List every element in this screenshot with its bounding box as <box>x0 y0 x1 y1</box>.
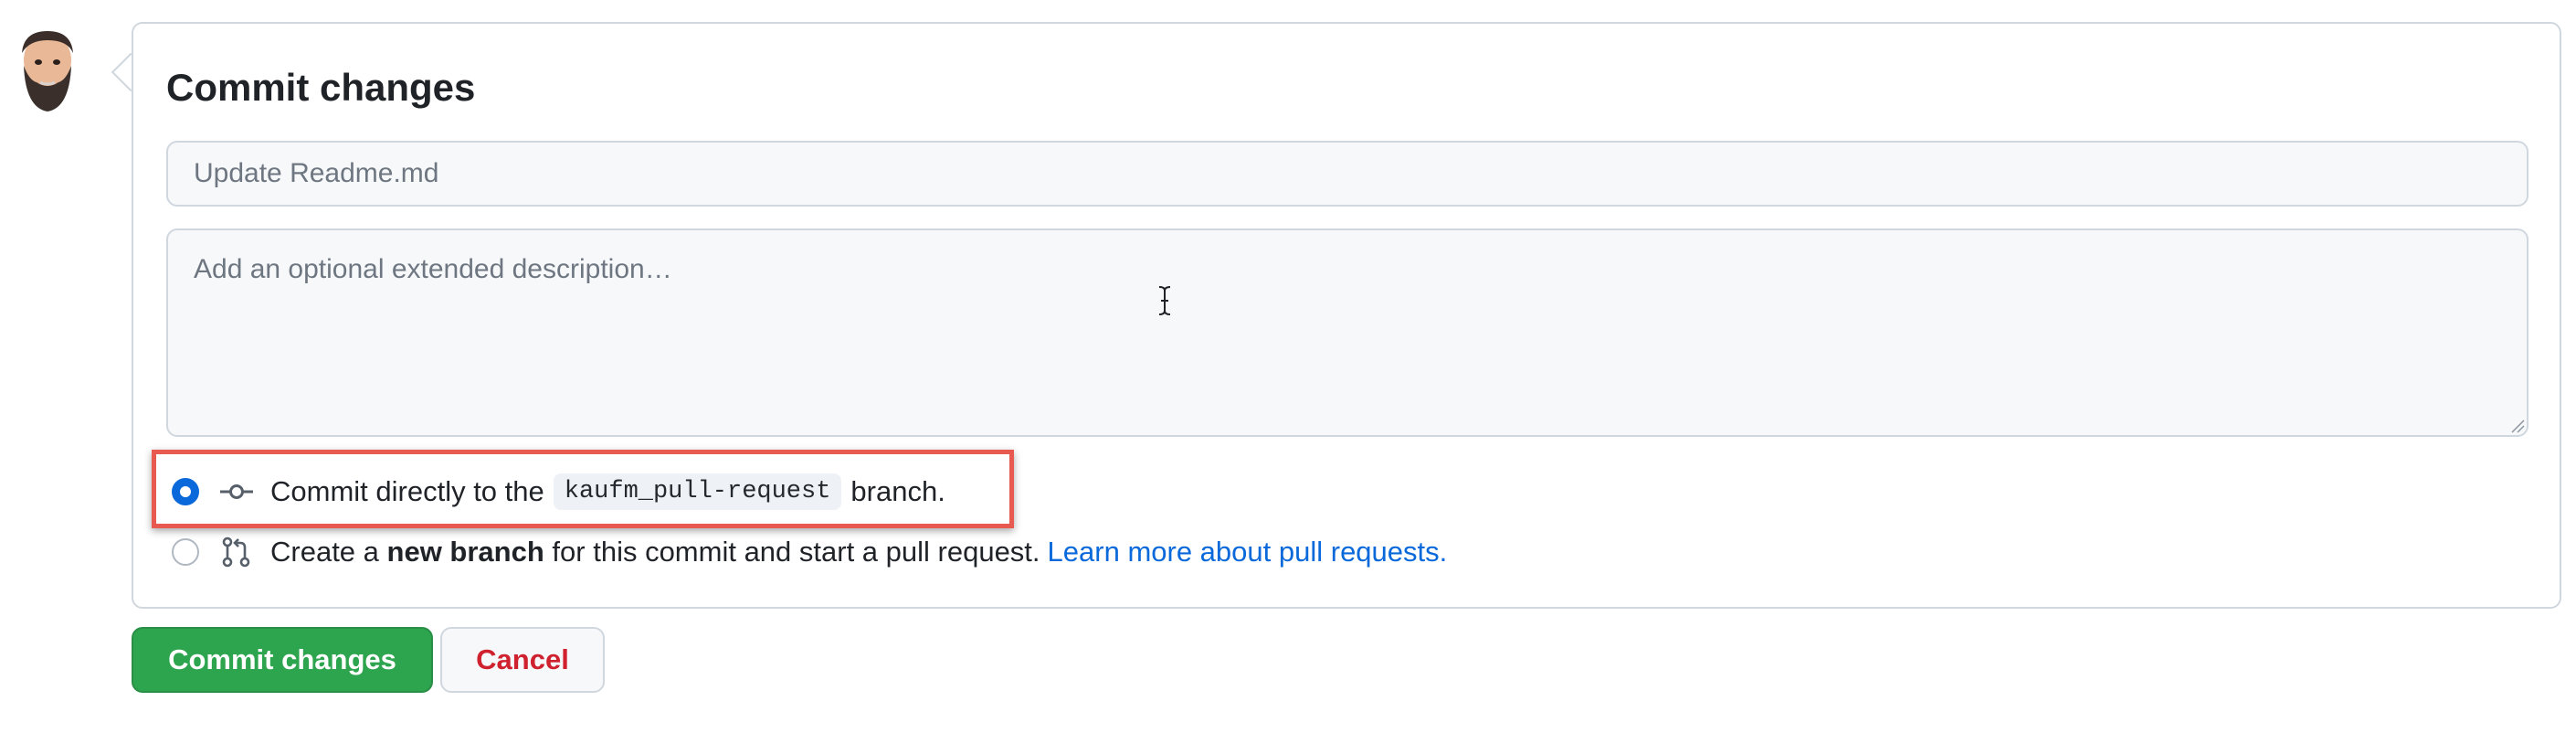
commit-direct-suffix: branch. <box>850 475 945 507</box>
branch-name-code: kaufm_pull-request <box>553 473 842 510</box>
commit-changes-page: Commit changes Commit directly to the ka… <box>0 0 2576 733</box>
commit-description-input[interactable] <box>166 228 2528 437</box>
new-branch-prefix: Create a <box>270 536 379 568</box>
commit-direct-label: Commit directly to the <box>270 475 544 507</box>
text-cursor-icon <box>1158 286 1171 315</box>
git-commit-icon <box>220 484 253 499</box>
commit-direct-radio[interactable] <box>172 478 199 505</box>
new-branch-bold: new branch <box>386 536 544 568</box>
user-avatar[interactable] <box>13 26 82 117</box>
new-branch-radio[interactable] <box>172 538 199 566</box>
commit-form-title: Commit changes <box>166 66 476 109</box>
commit-direct-option[interactable]: Commit directly to the kaufm_pull-reques… <box>172 470 945 514</box>
new-branch-option[interactable]: Create a new branch for this commit and … <box>172 530 1447 574</box>
new-branch-suffix: for this commit and start a pull request… <box>552 536 1040 568</box>
git-pull-request-icon <box>222 536 250 568</box>
commit-changes-button[interactable]: Commit changes <box>132 627 433 693</box>
commit-summary-input[interactable] <box>166 141 2528 207</box>
learn-more-pull-requests-link[interactable]: Learn more about pull requests. <box>1048 536 1448 568</box>
resize-handle-icon[interactable] <box>2510 419 2525 433</box>
cancel-button[interactable]: Cancel <box>440 627 605 693</box>
